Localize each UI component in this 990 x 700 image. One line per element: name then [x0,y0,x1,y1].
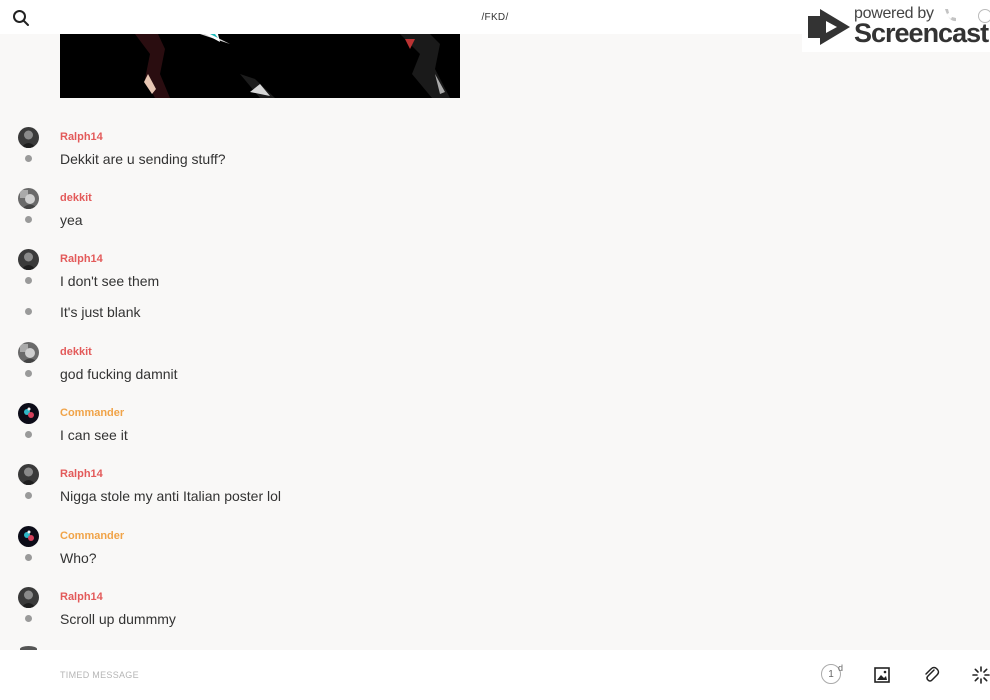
message-status-dot [25,155,32,162]
message-list: Ralph14 Dekkit are u sending stuff? dekk… [0,0,990,652]
message-status-dot [25,431,32,438]
message-status-dot [25,615,32,622]
image-button[interactable] [872,665,892,685]
message-status-dot [25,370,32,377]
message-text: Nigga stole my anti Italian poster lol [60,488,281,504]
watermark-brand: Screencastify [854,18,990,48]
message-text: Dekkit are u sending stuff? [60,151,226,167]
avatar-dekkit-icon [18,188,39,209]
timed-message-input[interactable] [60,665,660,685]
message-status-dot [25,308,32,315]
avatar-ralph14-icon [18,249,39,270]
message-text: It's just blank [60,304,141,320]
phone-icon[interactable] [942,8,958,24]
attachment-icon [925,666,940,682]
screencastify-logo-icon [808,9,850,45]
message-author[interactable]: Ralph14 [60,591,103,603]
message-author[interactable]: Commander [60,407,124,419]
message-status-dot [25,216,32,223]
message-author[interactable]: Commander [60,530,124,542]
loading-icon [972,666,990,684]
message-status-dot [25,492,32,499]
avatar[interactable] [18,526,39,547]
channel-title: /FKD/ [481,11,509,23]
message-text: yea [60,212,83,228]
message-status-dot [25,554,32,561]
avatar-commander-icon [18,403,39,424]
avatar[interactable] [18,249,39,270]
message-author[interactable]: dekkit [60,192,92,204]
avatar-ralph14-icon [18,127,39,148]
message-text: Scroll up dummmy [60,611,176,627]
avatar[interactable] [18,403,39,424]
timer-value: 1 [828,668,834,680]
timer-unit: d [838,663,844,673]
message-status-dot [25,277,32,284]
attachment-button[interactable] [921,665,941,685]
avatar-ralph14-icon [18,464,39,485]
avatar[interactable] [18,188,39,209]
message-text: I can see it [60,427,128,443]
message-author[interactable]: Ralph14 [60,253,103,265]
avatar-ralph14-icon [18,587,39,608]
message-text: god fucking damnit [60,366,178,382]
search-button[interactable] [11,8,31,28]
info-icon[interactable] [978,9,990,23]
message-author[interactable]: Ralph14 [60,131,103,143]
attachment-image [60,34,460,98]
image-icon [874,667,890,683]
avatar-dekkit-icon [18,342,39,363]
message-author[interactable]: dekkit [60,346,92,358]
avatar[interactable] [18,587,39,608]
message-author[interactable]: Ralph14 [60,468,103,480]
message-text: Who? [60,550,97,566]
avatar[interactable] [18,342,39,363]
more-button[interactable] [971,665,990,685]
image-attachment[interactable] [60,34,460,98]
screencastify-watermark: powered by Screencastify [802,0,990,52]
message-text: I don't see them [60,273,160,289]
avatar[interactable] [18,464,39,485]
avatar-commander-icon [18,526,39,547]
composer-bar: 1 d [0,650,990,700]
avatar[interactable] [18,127,39,148]
search-icon [13,10,29,26]
